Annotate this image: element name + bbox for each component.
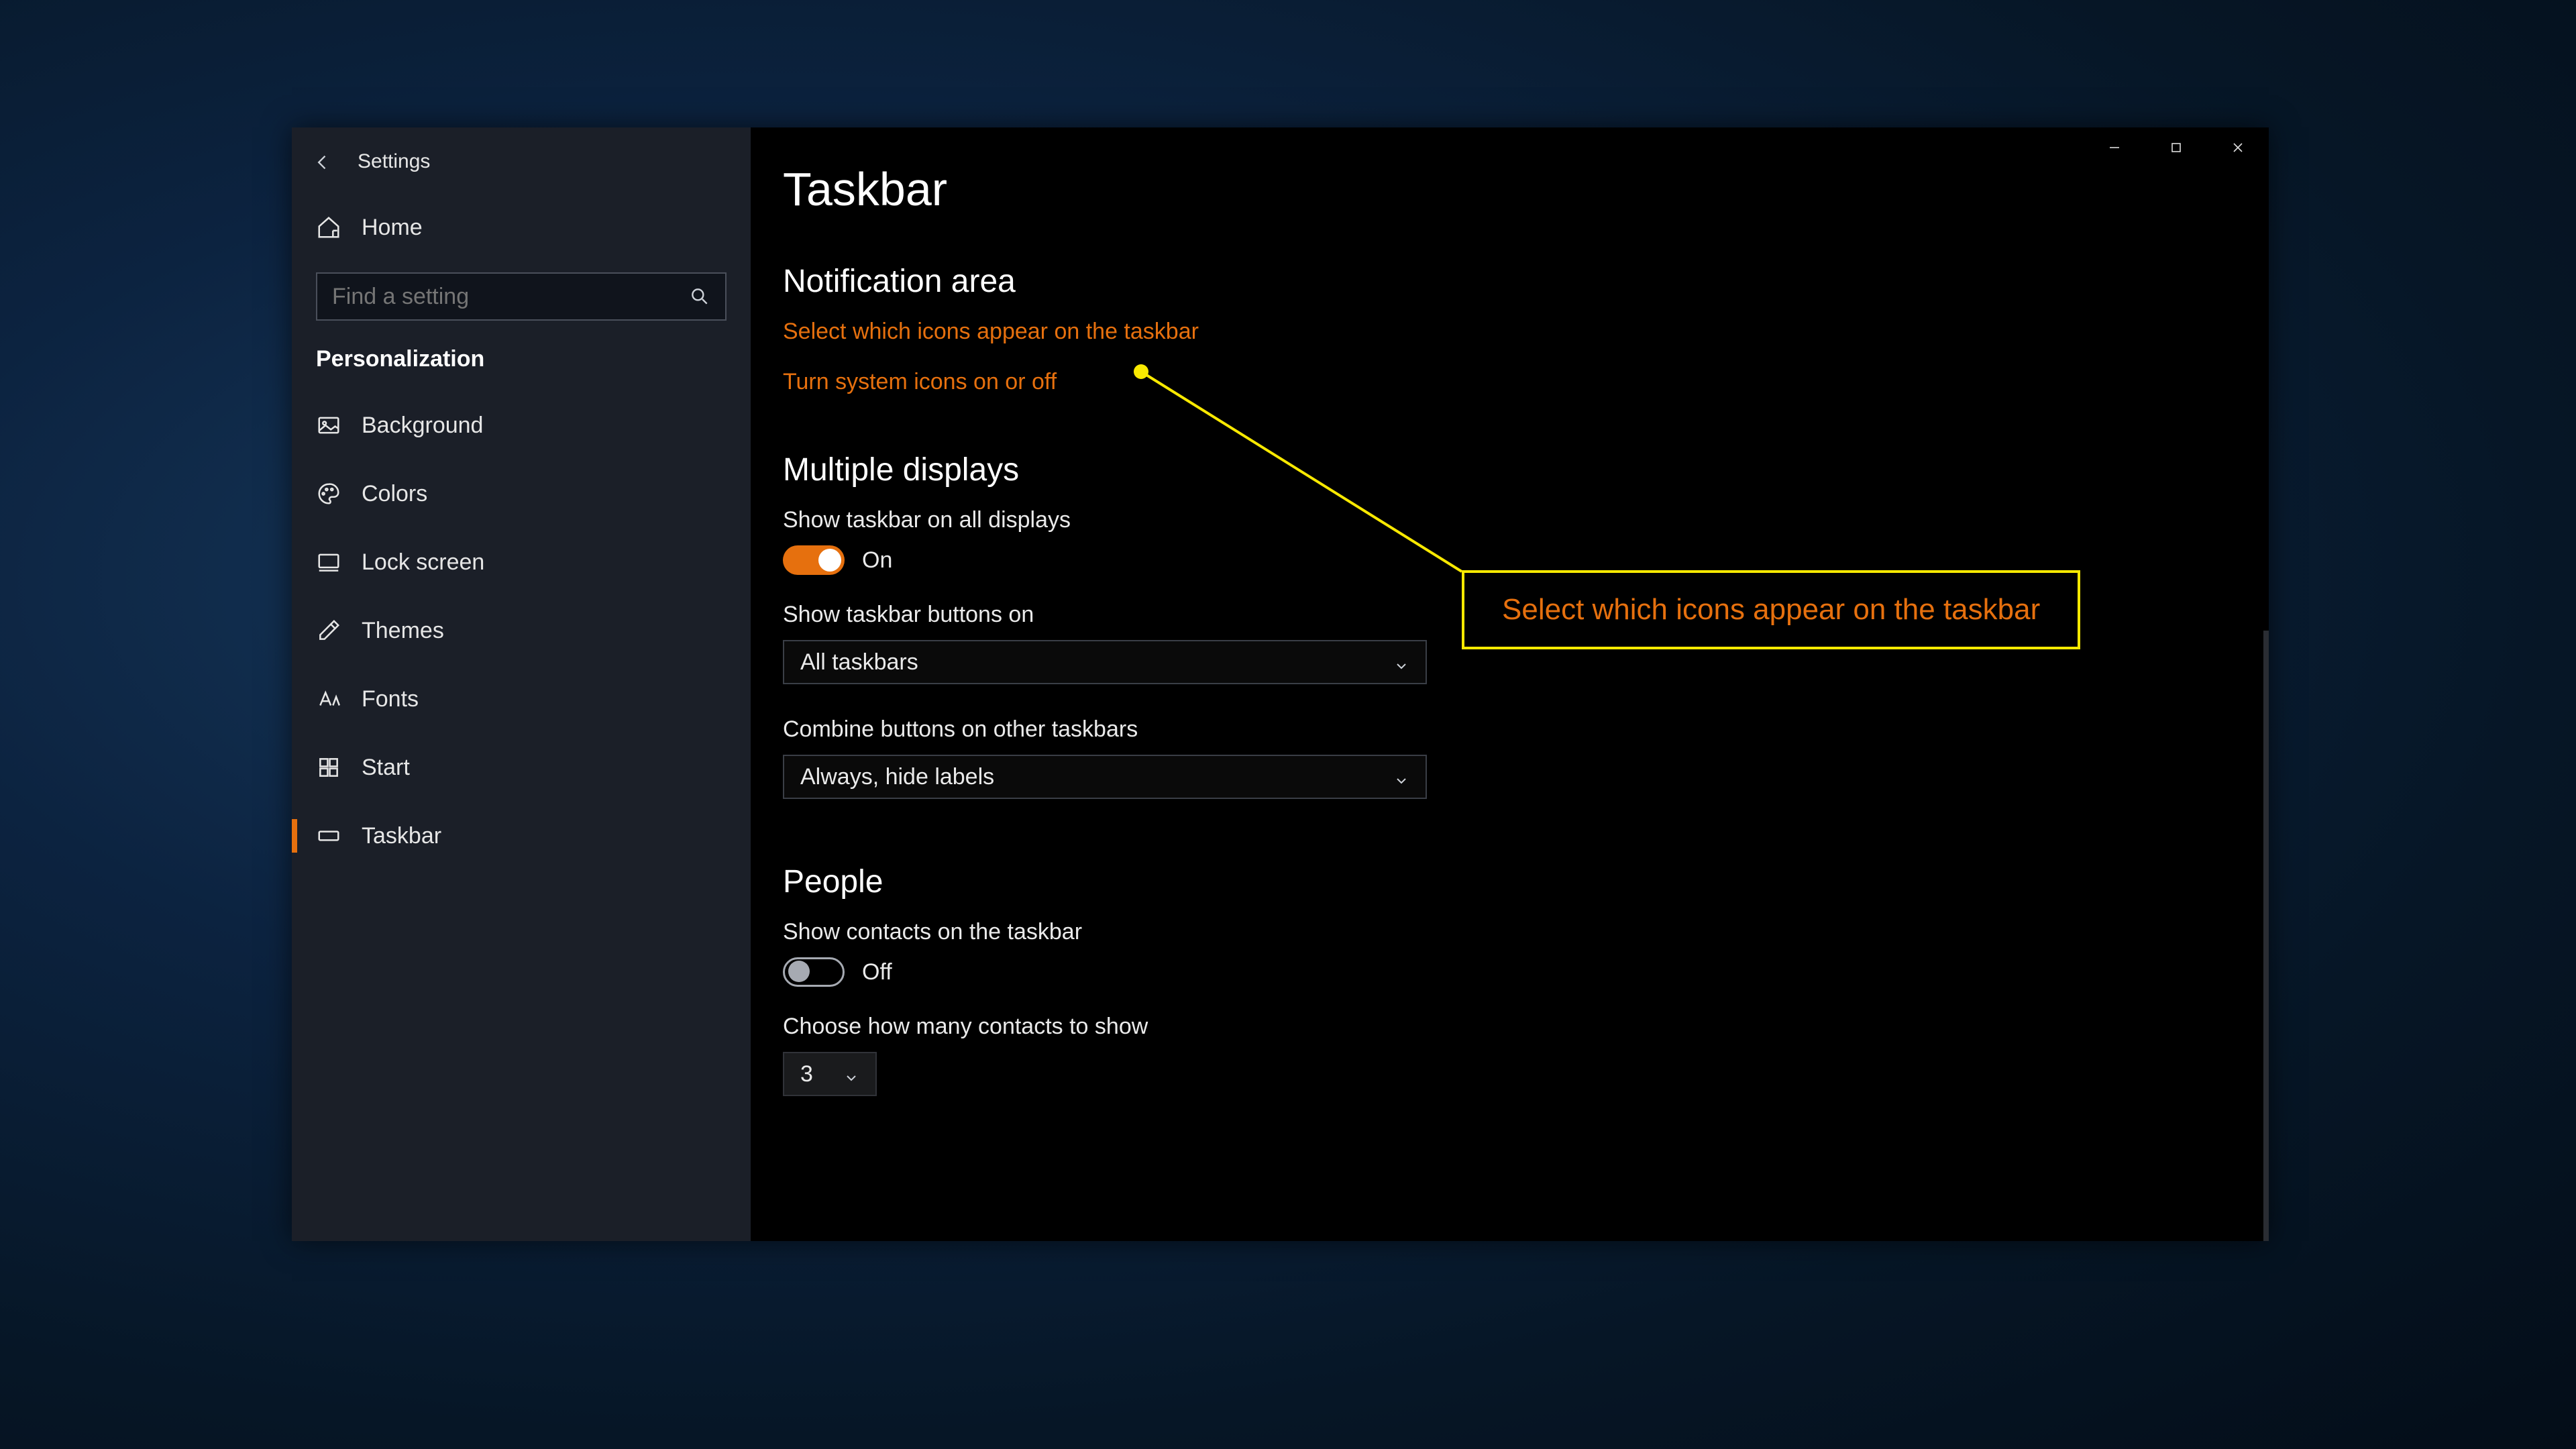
back-icon[interactable] [313, 152, 332, 171]
picture-icon [316, 413, 341, 438]
start-icon [316, 755, 341, 780]
fonts-icon [316, 686, 341, 712]
nav-label: Taskbar [362, 823, 441, 849]
close-button[interactable] [2207, 127, 2269, 168]
label-show-all: Show taskbar on all displays [783, 507, 2269, 533]
dropdown-show-buttons[interactable]: All taskbars [783, 640, 1427, 684]
maximize-button[interactable] [2145, 127, 2207, 168]
toggle-show-contacts-row: Off [783, 957, 2269, 987]
taskbar-icon [316, 823, 341, 849]
nav-background[interactable]: Background [292, 391, 751, 460]
nav-themes[interactable]: Themes [292, 596, 751, 665]
nav-label: Themes [362, 618, 444, 644]
sidebar-header: Settings [292, 140, 751, 184]
toggle-show-contacts[interactable] [783, 957, 845, 987]
chevron-down-icon [1393, 654, 1409, 670]
callout-text: Select which icons appear on the taskbar [1502, 593, 2040, 626]
search-icon [689, 286, 710, 307]
link-system-icons[interactable]: Turn system icons on or off [783, 369, 2269, 395]
sidebar-section: Personalization [292, 327, 751, 391]
nav-label: Start [362, 755, 410, 781]
chevron-down-icon [1393, 769, 1409, 785]
lock-screen-icon [316, 549, 341, 575]
page-title: Taskbar [783, 162, 2269, 216]
nav-colors[interactable]: Colors [292, 460, 751, 528]
dropdown-combine[interactable]: Always, hide labels [783, 755, 1427, 799]
nav-taskbar[interactable]: Taskbar [292, 802, 751, 870]
nav-start[interactable]: Start [292, 733, 751, 802]
search-wrap [292, 272, 751, 321]
titlebar [2084, 127, 2269, 168]
section-people: People [783, 863, 2269, 900]
minimize-button[interactable] [2084, 127, 2145, 168]
nav-label: Fonts [362, 686, 419, 712]
nav-label: Home [362, 215, 423, 241]
label-combine: Combine buttons on other taskbars [783, 716, 2269, 743]
settings-window: Settings Home Personalization Background [292, 127, 2269, 1241]
nav-lock-screen[interactable]: Lock screen [292, 528, 751, 596]
callout-box: Select which icons appear on the taskbar [1462, 570, 2080, 649]
dropdown-choose-count[interactable]: 3 [783, 1052, 877, 1096]
themes-icon [316, 618, 341, 643]
dropdown-value: 3 [800, 1061, 813, 1087]
nav-label: Colors [362, 481, 427, 507]
search-input-container[interactable] [316, 272, 727, 321]
scrollbar[interactable] [2263, 631, 2269, 1241]
section-multiple-displays: Multiple displays [783, 451, 2269, 488]
sidebar: Settings Home Personalization Background [292, 127, 751, 1241]
callout-dot [1134, 364, 1148, 379]
search-input[interactable] [332, 284, 689, 310]
label-choose-count: Choose how many contacts to show [783, 1014, 2269, 1040]
app-title: Settings [358, 150, 430, 173]
chevron-down-icon [843, 1066, 859, 1082]
label-show-contacts: Show contacts on the taskbar [783, 919, 2269, 945]
content: Taskbar Notification area Select which i… [751, 127, 2269, 1241]
section-notification: Notification area [783, 263, 2269, 300]
toggle-show-all[interactable] [783, 545, 845, 575]
dropdown-value: All taskbars [800, 649, 918, 676]
toggle-show-contacts-state: Off [862, 959, 892, 985]
nav-label: Background [362, 413, 483, 439]
dropdown-value: Always, hide labels [800, 764, 994, 790]
palette-icon [316, 481, 341, 506]
home-icon [316, 215, 341, 240]
nav-label: Lock screen [362, 549, 484, 576]
nav-home[interactable]: Home [292, 191, 751, 264]
toggle-show-all-state: On [862, 547, 892, 574]
nav-fonts[interactable]: Fonts [292, 665, 751, 733]
link-select-icons[interactable]: Select which icons appear on the taskbar [783, 319, 2269, 345]
